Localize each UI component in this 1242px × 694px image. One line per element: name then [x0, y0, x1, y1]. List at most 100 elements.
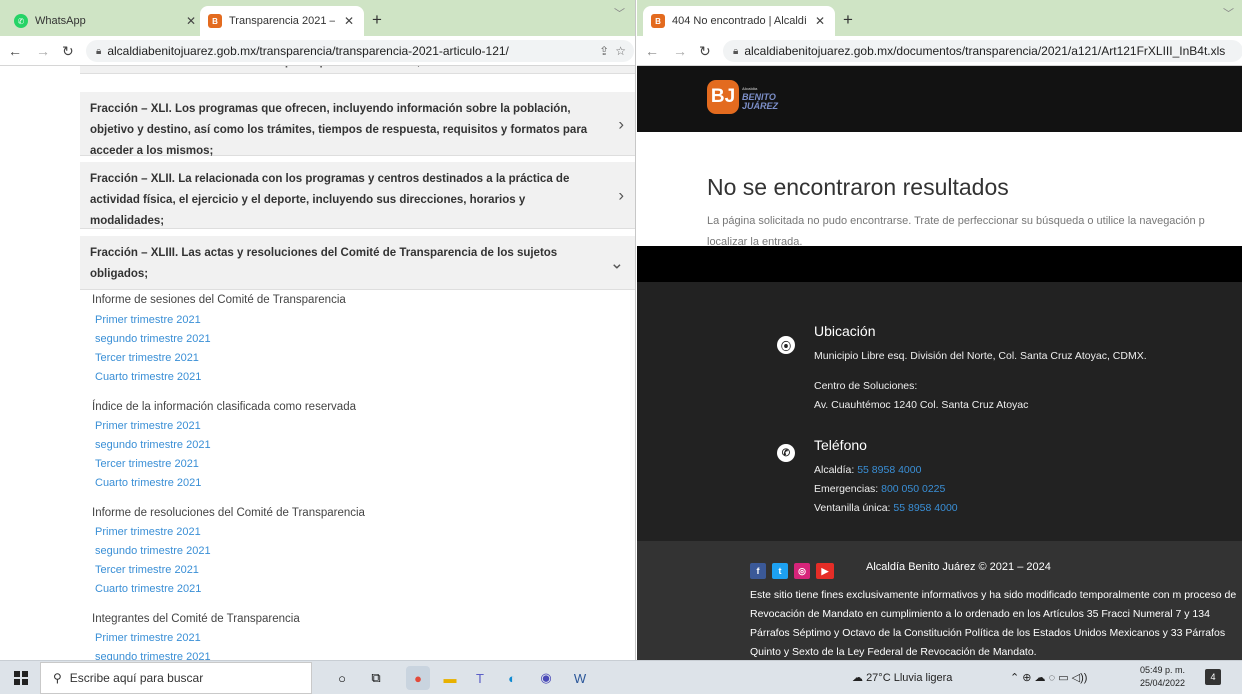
- forward-icon[interactable]: →: [36, 42, 50, 60]
- site-footer: f t ◎ ▶ Alcaldía Benito Juárez © 2021 – …: [637, 541, 1242, 660]
- tab-label: Transparencia 2021 – Artículo 12: [229, 15, 335, 27]
- phone-row: Emergencias: 800 050 0225: [814, 483, 946, 495]
- left-browser-window: ✆ WhatsApp ✕ B Transparencia 2021 – Artí…: [0, 0, 636, 660]
- navigation-bar: ← → ↻ 🔒︎ alcaldiabenitojuarez.gob.mx/doc…: [637, 36, 1242, 66]
- clock-time: 05:49 p. m.: [1140, 665, 1186, 675]
- back-icon[interactable]: ←: [8, 42, 22, 60]
- tab-label: 404 No encontrado | Alcaldía Ben: [672, 15, 806, 27]
- chevron-right-icon: ›: [618, 114, 624, 133]
- chevron-right-icon: ›: [618, 185, 624, 205]
- back-icon[interactable]: ←: [645, 42, 659, 60]
- center-address: Av. Cuauhtémoc 1240 Col. Santa Cruz Atoy…: [814, 399, 1029, 411]
- tab-whatsapp[interactable]: ✆ WhatsApp ✕: [6, 8, 206, 34]
- logo-mark: BJ: [707, 80, 739, 114]
- chrome-icon[interactable]: ●: [406, 666, 430, 690]
- document-link[interactable]: Cuarto trimestre 2021: [95, 583, 201, 595]
- tab-search-chevron-icon[interactable]: ﹀: [1223, 5, 1234, 21]
- document-link[interactable]: segundo trimestre 2021: [95, 439, 211, 451]
- search-icon: ⚲: [53, 671, 62, 685]
- webex-icon[interactable]: ◉: [534, 666, 558, 690]
- tab-transparencia[interactable]: B Transparencia 2021 – Artículo 12 ✕: [200, 6, 364, 36]
- cortana-icon[interactable]: ○: [330, 666, 354, 690]
- document-link[interactable]: Primer trimestre 2021: [95, 314, 201, 326]
- phone-link[interactable]: 800 050 0225: [881, 483, 945, 495]
- phone-row: Alcaldía: 55 8958 4000: [814, 464, 922, 476]
- notifications-icon[interactable]: 4: [1205, 669, 1221, 685]
- document-link[interactable]: Cuarto trimestre 2021: [95, 371, 201, 383]
- page-content: Fracción – XL. Los mecanismos de partici…: [0, 66, 635, 660]
- weather-text: 27°C Lluvia ligera: [866, 672, 953, 684]
- clock[interactable]: 05:49 p. m. 25/04/2022: [1140, 664, 1185, 690]
- phone-row: Ventanilla única: 55 8958 4000: [814, 502, 958, 514]
- close-tab-icon[interactable]: ✕: [184, 14, 198, 28]
- tab-404[interactable]: B 404 No encontrado | Alcaldía Ben ✕: [643, 6, 835, 36]
- document-link[interactable]: Tercer trimestre 2021: [95, 352, 199, 364]
- phone-icon: ✆: [777, 444, 795, 462]
- search-placeholder: Escribe aquí para buscar: [69, 671, 204, 685]
- phone-heading: Teléfono: [814, 437, 867, 453]
- page-content: BJ Alcaldía BENITO JUÁREZ No se encontra…: [637, 66, 1242, 660]
- location-pin-icon: ⦿: [777, 336, 795, 354]
- close-tab-icon[interactable]: ✕: [342, 14, 356, 28]
- document-link[interactable]: Primer trimestre 2021: [95, 420, 201, 432]
- task-view-icon[interactable]: ⧉: [364, 666, 388, 690]
- document-link[interactable]: Cuarto trimestre 2021: [95, 477, 201, 489]
- accordion-item-xliii[interactable]: Fracción – XLIII. Las actas y resolucion…: [80, 236, 635, 290]
- copyright: Alcaldía Benito Juárez © 2021 – 2024: [866, 561, 1051, 573]
- new-tab-button[interactable]: +: [843, 11, 853, 28]
- windows-taskbar: ⚲ Escribe aquí para buscar ○ ⧉ ● ▬ T ◐ ◉…: [0, 660, 1242, 694]
- document-link[interactable]: Tercer trimestre 2021: [95, 564, 199, 576]
- section-title: Integrantes del Comité de Transparencia: [92, 613, 300, 625]
- tab-strip: ✆ WhatsApp ✕ B Transparencia 2021 – Artí…: [0, 0, 635, 36]
- weather-widget[interactable]: ☁ 27°C Lluvia ligera: [852, 671, 952, 684]
- windows-start-icon[interactable]: [14, 671, 28, 685]
- accordion-item-label: Fracción – XLIII. Las actas y resolucion…: [90, 247, 558, 280]
- page-title: No se encontraron resultados: [707, 174, 1009, 200]
- instagram-icon[interactable]: ◎: [794, 563, 810, 579]
- forward-icon[interactable]: →: [673, 42, 687, 60]
- phone-link[interactable]: 55 8958 4000: [857, 464, 921, 476]
- accordion-item-label: Fracción – XLII. La relacionada con los …: [90, 173, 570, 227]
- document-link[interactable]: Primer trimestre 2021: [95, 526, 201, 538]
- phone-link[interactable]: 55 8958 4000: [893, 502, 957, 514]
- divider-band: [637, 246, 1242, 282]
- file-explorer-icon[interactable]: ▬: [438, 666, 462, 690]
- document-link[interactable]: Tercer trimestre 2021: [95, 458, 199, 470]
- whatsapp-icon: ✆: [14, 14, 28, 28]
- facebook-icon[interactable]: f: [750, 563, 766, 579]
- address-text: alcaldiabenitojuarez.gob.mx/transparenci…: [107, 44, 509, 58]
- document-link[interactable]: segundo trimestre 2021: [95, 333, 211, 345]
- location-address: Municipio Libre esq. División del Norte,…: [814, 350, 1147, 362]
- address-bar[interactable]: 🔒︎ alcaldiabenitojuarez.gob.mx/transpare…: [86, 40, 634, 62]
- new-tab-button[interactable]: +: [372, 11, 382, 28]
- document-link[interactable]: Primer trimestre 2021: [95, 632, 201, 644]
- bj-favicon-icon: B: [208, 14, 222, 28]
- reload-icon[interactable]: ↻: [699, 42, 711, 60]
- document-link[interactable]: segundo trimestre 2021: [95, 651, 211, 660]
- address-bar[interactable]: 🔒︎ alcaldiabenitojuarez.gob.mx/documento…: [723, 40, 1242, 62]
- reload-icon[interactable]: ↻: [62, 42, 74, 60]
- taskbar-search[interactable]: ⚲ Escribe aquí para buscar: [40, 662, 312, 694]
- system-tray-icons[interactable]: ⌃ ⊕ ☁ ◌ ▭ ◁)): [1010, 671, 1087, 684]
- site-header: BJ Alcaldía BENITO JUÁREZ: [637, 66, 1242, 132]
- site-logo[interactable]: BJ Alcaldía BENITO JUÁREZ: [707, 80, 778, 114]
- right-browser-window: B 404 No encontrado | Alcaldía Ben ✕ + ﹀…: [637, 0, 1242, 660]
- accordion-item-label: Fracción – XLI. Los programas que ofrece…: [90, 103, 588, 157]
- twitter-icon[interactable]: t: [772, 563, 788, 579]
- word-icon[interactable]: W: [568, 666, 592, 690]
- accordion-item-xlii[interactable]: Fracción – XLII. La relacionada con los …: [80, 162, 635, 229]
- accordion-item-partial[interactable]: Fracción – XL. Los mecanismos de partici…: [80, 66, 635, 74]
- share-icon[interactable]: ⇪: [599, 44, 609, 58]
- edge-icon[interactable]: ◐: [500, 666, 524, 690]
- teams-icon[interactable]: T: [468, 666, 492, 690]
- document-link[interactable]: segundo trimestre 2021: [95, 545, 211, 557]
- close-tab-icon[interactable]: ✕: [813, 14, 827, 28]
- youtube-icon[interactable]: ▶: [816, 563, 834, 579]
- accordion-item-xli[interactable]: Fracción – XLI. Los programas que ofrece…: [80, 92, 635, 157]
- tab-strip: B 404 No encontrado | Alcaldía Ben ✕ + ﹀: [637, 0, 1242, 36]
- tab-search-chevron-icon[interactable]: ﹀: [614, 5, 625, 21]
- legal-notice: Este sitio tiene fines exclusivamente in…: [750, 589, 1237, 658]
- tab-label: WhatsApp: [35, 15, 86, 27]
- bookmark-star-icon[interactable]: ☆: [615, 44, 634, 58]
- lock-icon: 🔒︎: [733, 45, 739, 57]
